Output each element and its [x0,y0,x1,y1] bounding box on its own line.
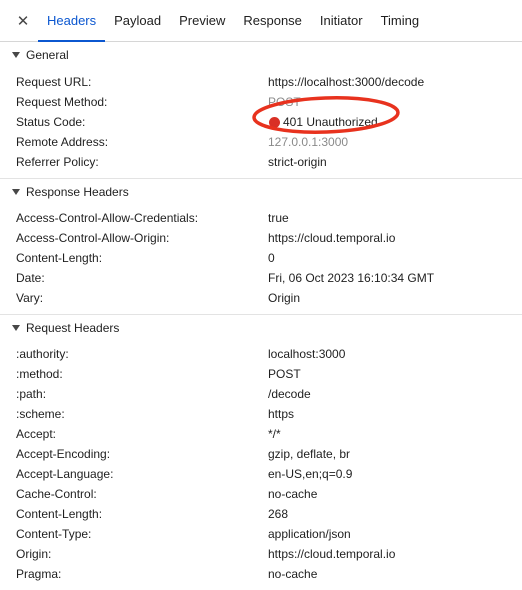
header-value: no-cache [268,487,318,501]
status-code-value: 401 Unauthorized [268,115,378,129]
header-row: Date: Fri, 06 Oct 2023 16:10:34 GMT [0,268,522,288]
tab-preview[interactable]: Preview [170,0,234,41]
section-general-header[interactable]: General [0,42,522,68]
header-row: Content-Length: 268 [0,504,522,524]
header-value: true [268,211,289,225]
header-row: Pragma: no-cache [0,564,522,584]
header-key: Content-Type: [16,527,92,541]
header-row: Request Method: POST [0,92,522,112]
header-value: Origin [268,291,301,305]
header-row: Remote Address: 127.0.0.1:3000 [0,132,522,152]
header-value: en-US,en;q=0.9 [268,467,353,481]
header-row: Accept-Encoding: gzip, deflate, br [0,444,522,464]
header-value: strict-origin [268,155,327,169]
header-value: */* [268,427,281,441]
tab-headers[interactable]: Headers [38,0,106,42]
header-value: gzip, deflate, br [268,447,351,461]
header-key: Accept-Encoding: [16,447,111,461]
header-key: Access-Control-Allow-Origin: [16,231,170,245]
status-error-dot-icon [269,116,280,128]
close-icon[interactable]: ✕ [0,0,38,41]
triangle-down-icon [12,188,20,195]
header-row: :authority: localhost:3000 [0,344,522,364]
header-value: https [268,407,295,421]
header-key: Accept-Language: [16,467,114,481]
header-row: :scheme: https [0,404,522,424]
tab-initiator[interactable]: Initiator [311,0,372,41]
header-key: Request URL: [16,75,92,89]
devtools-tabbar: ✕ Headers Payload Preview Response Initi… [0,0,522,42]
header-value: 0 [268,251,275,265]
header-value: /decode [268,387,311,401]
header-key: :scheme: [16,407,65,421]
header-value: no-cache [268,567,318,581]
tab-payload[interactable]: Payload [105,0,170,41]
header-key: Remote Address: [16,135,109,149]
header-row: Cache-Control: no-cache [0,484,522,504]
header-row: :path: /decode [0,384,522,404]
section-request-headers-rows: :authority: localhost:3000 :method: POST… [0,340,522,590]
header-row: Access-Control-Allow-Credentials: true [0,208,522,228]
header-row: Content-Length: 0 [0,248,522,268]
header-key: Vary: [16,291,44,305]
header-value: https://cloud.temporal.io [268,547,396,561]
section-general-rows: Request URL: https://localhost:3000/deco… [0,68,522,178]
header-key: Content-Length: [16,251,103,265]
header-key: :method: [16,367,63,381]
header-key: Content-Length: [16,507,103,521]
header-value: 127.0.0.1:3000 [268,135,349,149]
tab-response[interactable]: Response [234,0,311,41]
header-key: Pragma: [16,567,62,581]
header-key: Status Code: [16,115,86,129]
header-key: Cache-Control: [16,487,97,501]
header-key: Accept: [16,427,57,441]
header-key: Access-Control-Allow-Credentials: [16,211,199,225]
header-value: 268 [268,507,289,521]
section-title: Request Headers [26,320,120,335]
header-key: Origin: [16,547,52,561]
section-title: General [26,48,69,62]
header-value: POST [268,95,301,109]
header-row: Accept-Language: en-US,en;q=0.9 [0,464,522,484]
header-value: Fri, 06 Oct 2023 16:10:34 GMT [268,271,435,285]
header-value: POST [268,367,301,381]
header-value: https://localhost:3000/decode [268,75,425,89]
tab-timing[interactable]: Timing [372,0,429,41]
header-row: :method: POST [0,364,522,384]
header-row: Status Code: 401 Unauthorized [0,112,522,132]
header-key: :path: [16,387,47,401]
section-title: Response Headers [26,184,129,199]
section-response-headers-rows: Access-Control-Allow-Credentials: true A… [0,204,522,314]
header-key: :authority: [16,347,69,361]
section-response-headers-header[interactable]: Response Headers [0,178,522,204]
header-row: Origin: https://cloud.temporal.io [0,544,522,564]
header-key: Request Method: [16,95,108,109]
header-key: Date: [16,271,45,285]
header-row: Accept: */* [0,424,522,444]
header-row: Request URL: https://localhost:3000/deco… [0,72,522,92]
header-value: localhost:3000 [268,347,346,361]
header-value: application/json [268,527,351,541]
header-row: Vary: Origin [0,288,522,308]
header-row: Referrer Policy: strict-origin [0,152,522,172]
header-key: Referrer Policy: [16,155,99,169]
section-request-headers-header[interactable]: Request Headers [0,314,522,340]
triangle-down-icon [12,324,20,331]
header-row: Content-Type: application/json [0,524,522,544]
header-row: Access-Control-Allow-Origin: https://clo… [0,228,522,248]
header-value: https://cloud.temporal.io [268,231,396,245]
triangle-down-icon [12,52,20,58]
status-code-text: 401 Unauthorized [283,115,378,129]
